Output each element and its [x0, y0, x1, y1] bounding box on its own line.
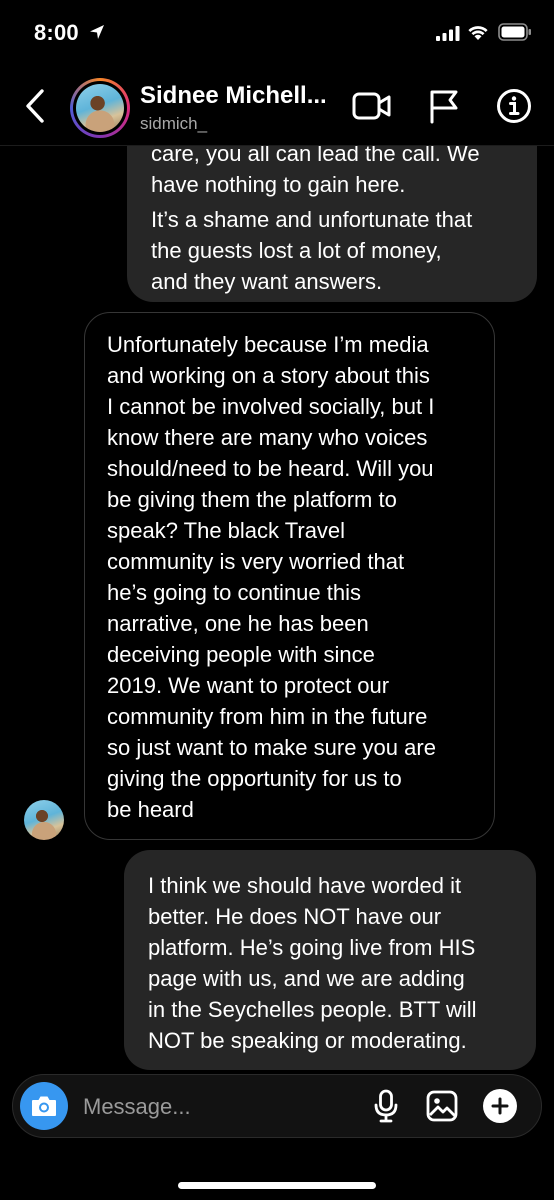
back-chevron-icon[interactable]	[22, 88, 48, 124]
home-indicator[interactable]	[178, 1182, 376, 1189]
message-bubble-sent[interactable]: I think we should have worded it better.…	[124, 850, 536, 1070]
contact-avatar[interactable]	[70, 78, 130, 138]
chat-header: Sidnee Michell... sidmich_	[0, 68, 554, 146]
sender-avatar[interactable]	[24, 800, 64, 840]
battery-icon	[498, 23, 531, 41]
message-text: It’s a shame and unfortunate that the gu…	[151, 207, 473, 294]
microphone-icon[interactable]	[373, 1089, 399, 1123]
status-bar: 8:00	[0, 0, 554, 68]
message-text: Unfortunately because I’m media and work…	[107, 332, 436, 822]
message-bubble-received[interactable]: Unfortunately because I’m media and work…	[84, 312, 495, 840]
plus-icon	[491, 1097, 509, 1115]
add-content-button[interactable]	[483, 1089, 517, 1123]
avatar-photo	[76, 84, 124, 132]
wifi-icon	[468, 26, 488, 40]
message-input[interactable]	[83, 1092, 353, 1122]
contact-name[interactable]: Sidnee Michell...	[140, 82, 327, 110]
info-icon[interactable]	[496, 88, 532, 124]
message-composer	[12, 1074, 542, 1138]
gallery-icon[interactable]	[426, 1090, 458, 1122]
contact-username[interactable]: sidmich_	[140, 114, 207, 134]
location-arrow-icon	[90, 25, 104, 39]
cellular-signal-icon	[436, 26, 460, 41]
message-text: I think we should have worded it better.…	[148, 873, 477, 1053]
camera-button[interactable]	[20, 1082, 68, 1130]
status-time: 8:00	[34, 20, 79, 45]
flag-icon[interactable]	[428, 88, 460, 124]
camera-icon	[32, 1096, 56, 1116]
message-text: have nothing to gain here.	[151, 172, 406, 197]
video-call-icon[interactable]	[352, 90, 392, 122]
